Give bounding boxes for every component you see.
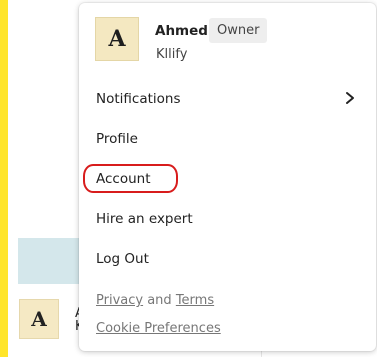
cookie-preferences-row: Cookie Preferences bbox=[96, 321, 221, 336]
account-dropdown-menu: A Ahmed Owner Kllify Notifications Profi… bbox=[79, 3, 376, 351]
terms-link[interactable]: Terms bbox=[176, 293, 214, 308]
menu-item-label: Notifications bbox=[96, 91, 181, 107]
background-selected-row[interactable] bbox=[18, 238, 88, 284]
cookie-preferences-link[interactable]: Cookie Preferences bbox=[96, 321, 221, 336]
background-avatar-letter: A bbox=[31, 307, 47, 331]
screen: A A K A Ahmed Owner Kllify Notifications… bbox=[0, 0, 377, 357]
menu-item-label: Log Out bbox=[96, 251, 149, 267]
left-accent-bar bbox=[0, 0, 8, 357]
and-text: and bbox=[147, 293, 172, 308]
avatar-letter: A bbox=[108, 26, 126, 52]
legal-links: Privacy and Terms bbox=[96, 293, 214, 308]
menu-item-label: Profile bbox=[96, 131, 138, 147]
menu-item-log-out[interactable]: Log Out bbox=[96, 251, 149, 267]
role-badge: Owner bbox=[209, 18, 268, 43]
background-avatar: A bbox=[19, 299, 59, 339]
menu-item-label: Hire an expert bbox=[96, 211, 193, 227]
menu-item-account[interactable]: Account bbox=[96, 171, 151, 187]
menu-item-label: Account bbox=[96, 171, 151, 187]
organization-name: Kllify bbox=[156, 47, 188, 62]
menu-item-profile[interactable]: Profile bbox=[96, 131, 138, 147]
avatar: A bbox=[95, 17, 139, 61]
menu-item-notifications[interactable]: Notifications bbox=[96, 91, 181, 107]
privacy-link[interactable]: Privacy bbox=[96, 293, 143, 308]
chevron-right-icon[interactable] bbox=[343, 91, 357, 105]
user-name: Ahmed bbox=[155, 23, 208, 39]
menu-item-hire-an-expert[interactable]: Hire an expert bbox=[96, 211, 193, 227]
